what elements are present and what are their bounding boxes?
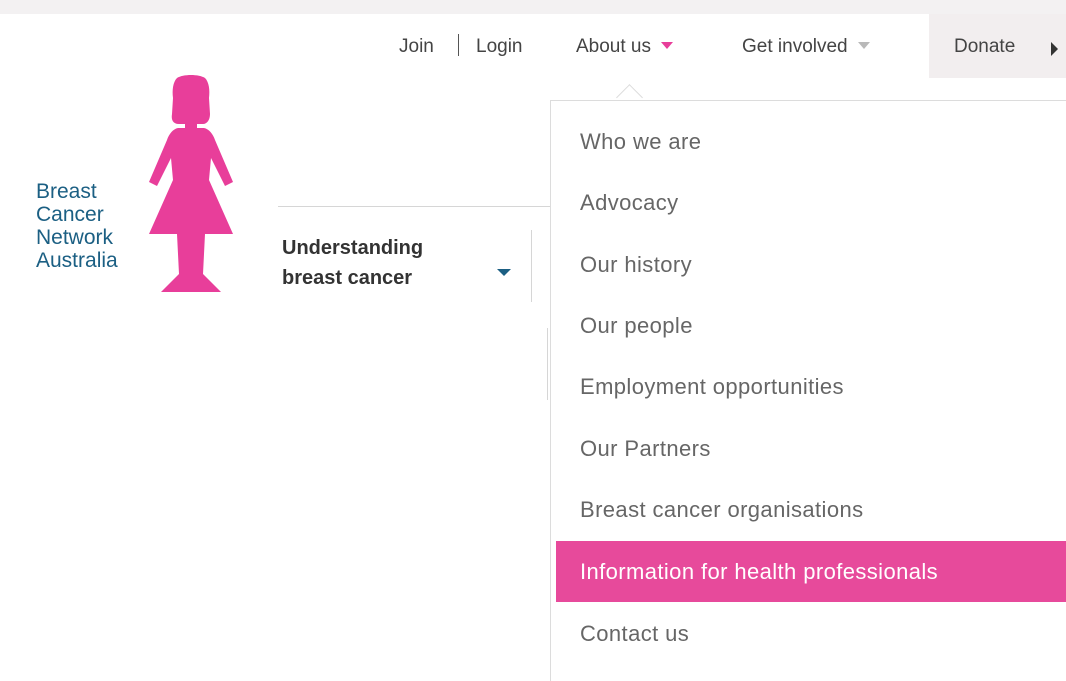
- menu-item-breast-cancer-organisations[interactable]: Breast cancer organisations: [556, 479, 1066, 540]
- logo-line: Breast: [36, 180, 97, 203]
- nav-divider: [547, 328, 548, 400]
- menu-item-advocacy[interactable]: Advocacy: [556, 172, 1066, 233]
- donate-button[interactable]: Donate: [929, 14, 1066, 78]
- caret-down-icon: [857, 42, 870, 50]
- menu-item-who-we-are[interactable]: Who we are: [556, 111, 1066, 172]
- woman-figure-logo-icon[interactable]: [145, 74, 235, 296]
- menu-item-label: Information for health professionals: [580, 559, 939, 584]
- utility-nav: Join Login About us Get involved Donate: [0, 14, 1066, 78]
- menu-item-label: Our Partners: [580, 436, 711, 461]
- top-strip: [0, 0, 1066, 14]
- nav-understanding-breast-cancer[interactable]: Understanding breast cancer: [282, 233, 423, 293]
- menu-item-contact-us[interactable]: Contact us: [556, 603, 1066, 664]
- menu-item-label: Employment opportunities: [580, 374, 844, 399]
- menu-item-our-partners[interactable]: Our Partners: [556, 418, 1066, 479]
- menu-item-label: Advocacy: [580, 190, 679, 215]
- logo-wordmark[interactable]: Breast Cancer Network Australia: [36, 180, 118, 272]
- login-link[interactable]: Login: [476, 36, 523, 58]
- menu-item-employment-opportunities[interactable]: Employment opportunities: [556, 356, 1066, 417]
- about-us-label: About us: [576, 36, 651, 57]
- get-involved-label: Get involved: [742, 36, 848, 57]
- menu-item-label: Who we are: [580, 129, 702, 154]
- main-nav-top-rule: [278, 206, 553, 207]
- join-link[interactable]: Join: [399, 36, 434, 58]
- menu-item-our-people[interactable]: Our people: [556, 295, 1066, 356]
- menu-item-information-for-health-professionals[interactable]: Information for health professionals: [556, 541, 1066, 602]
- caret-down-icon[interactable]: [497, 269, 511, 276]
- menu-item-label: Our history: [580, 252, 692, 277]
- menu-item-label: Contact us: [580, 621, 690, 646]
- nav-label-line1: Understanding: [282, 237, 424, 259]
- nav-label-line2: breast cancer: [282, 267, 413, 289]
- donate-label: Donate: [954, 36, 1016, 57]
- menu-item-label: Breast cancer organisations: [580, 497, 864, 522]
- caret-down-icon: [661, 42, 673, 50]
- logo-line: Australia: [36, 249, 118, 272]
- get-involved-menu[interactable]: Get involved: [742, 36, 870, 58]
- logo-line: Network: [36, 226, 114, 249]
- logo-line: Cancer: [36, 203, 104, 226]
- menu-item-our-history[interactable]: Our history: [556, 234, 1066, 295]
- arrow-right-icon: [1051, 42, 1058, 56]
- join-login-separator: [458, 34, 459, 56]
- nav-divider: [531, 230, 532, 302]
- menu-item-label: Our people: [580, 313, 693, 338]
- about-us-dropdown: Who we are Advocacy Our history Our peop…: [550, 100, 1066, 681]
- about-us-menu[interactable]: About us: [576, 36, 673, 58]
